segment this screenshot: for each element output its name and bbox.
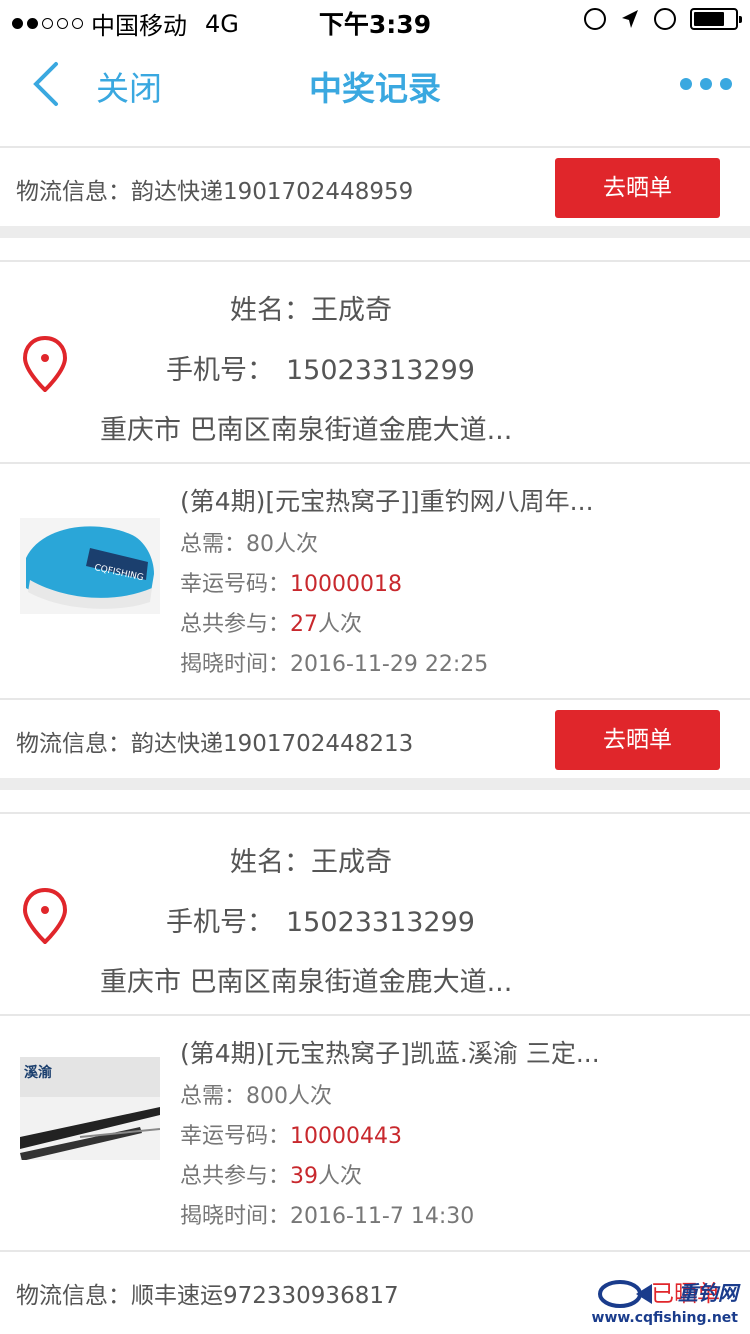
logistics-value: 顺丰速运972330936817	[131, 1283, 399, 1309]
name-label: 姓名：	[230, 847, 311, 878]
watermark-url: www.cqfishing.net	[591, 1310, 738, 1326]
total-joined: 总共参与：39人次	[180, 1158, 362, 1190]
lucky-label: 幸运号码：	[180, 572, 291, 597]
logistics-info: 物流信息：韵达快递1901702448959	[16, 172, 413, 206]
product-title[interactable]: (第4期)[元宝热窝子]凯蓝.溪渝 三定...	[180, 1034, 600, 1070]
name-label: 姓名：	[230, 295, 311, 326]
clipped-text: ▔▔▔▔ ▔ ▔	[180, 128, 349, 144]
logistics-info: 物流信息：顺丰速运972330936817	[16, 1276, 399, 1310]
recipient-address: 重庆市 巴南区南泉街道金鹿大道...	[100, 415, 513, 446]
show-order-button[interactable]: 去晒单	[555, 158, 720, 218]
need-label: 总需：	[180, 532, 247, 557]
battery-icon	[690, 8, 742, 30]
recipient-phone: 手机号： 15023313299	[166, 348, 475, 387]
lucky-value: 10000443	[290, 1124, 402, 1149]
alarm-icon	[654, 8, 676, 30]
rotation-lock-icon	[584, 8, 606, 30]
location-pin-icon	[22, 336, 68, 392]
logistics-label: 物流信息：	[16, 1283, 131, 1309]
logistics-value: 韵达快递1901702448959	[131, 179, 414, 205]
location-arrow-icon	[622, 10, 638, 28]
lucky-value: 10000018	[290, 572, 402, 597]
reveal-time: 揭晓时间：2016-11-7 14:30	[180, 1198, 474, 1230]
close-button[interactable]: 关闭	[96, 62, 162, 110]
logistics-label: 物流信息：	[16, 179, 131, 205]
reveal-label: 揭晓时间：	[180, 652, 291, 677]
recipient-name: 姓名：王成奇	[230, 288, 392, 327]
section-gap	[0, 778, 750, 812]
show-order-button[interactable]: 去晒单	[555, 710, 720, 770]
recipient-name: 姓名：王成奇	[230, 840, 392, 879]
joined-count: 27	[290, 612, 319, 637]
back-chevron-icon[interactable]	[30, 60, 70, 108]
fish-logo-icon	[598, 1280, 652, 1308]
reveal-value: 2016-11-29 22:25	[290, 652, 489, 677]
logistics-row: 物流信息：韵达快递1901702448213 去晒单	[0, 700, 750, 778]
total-need: 总需：80人次	[180, 526, 318, 558]
address-block: 姓名：王成奇 手机号： 15023313299 重庆市 巴南区南泉街道金鹿大道..…	[0, 262, 750, 462]
need-value: 80人次	[246, 532, 319, 557]
logistics-value: 韵达快递1901702448213	[131, 731, 414, 757]
records-list[interactable]: ▔▔▔▔ ▔ ▔ 物流信息：韵达快递1901702448959 去晒单 姓名：王…	[0, 128, 750, 1334]
joined-count: 39	[290, 1164, 319, 1189]
watermark-text: 重钓网	[678, 1281, 738, 1305]
joined-label: 总共参与：	[180, 612, 291, 637]
lucky-number: 幸运号码：10000018	[180, 566, 402, 598]
recipient-address: 重庆市 巴南区南泉街道金鹿大道...	[100, 967, 513, 998]
phone-label: 手机号：	[166, 907, 274, 938]
phone-value: 15023313299	[286, 355, 475, 386]
section-gap	[0, 226, 750, 260]
product-block[interactable]: 溪渝 (第4期)[元宝热窝子]凯蓝.溪渝 三定... 总需：800人次 幸运号码…	[0, 1016, 750, 1250]
reveal-label: 揭晓时间：	[180, 1204, 291, 1229]
record-card-partial: ▔▔▔▔ ▔ ▔	[0, 128, 750, 146]
name-value: 王成奇	[311, 295, 392, 326]
product-image-rod: 溪渝	[20, 1057, 160, 1160]
recipient-phone: 手机号： 15023313299	[166, 900, 475, 939]
logistics-label: 物流信息：	[16, 731, 131, 757]
product-image-cap: CQFISHING	[20, 518, 160, 614]
svg-text:溪渝: 溪渝	[24, 1064, 53, 1081]
need-label: 总需：	[180, 1084, 247, 1109]
joined-unit: 人次	[318, 1164, 363, 1189]
product-block[interactable]: CQFISHING (第4期)[元宝热窝子]]重钓网八周年... 总需：80人次…	[0, 464, 750, 698]
phone-label: 手机号：	[166, 355, 274, 386]
reveal-time: 揭晓时间：2016-11-29 22:25	[180, 646, 488, 678]
reveal-value: 2016-11-7 14:30	[290, 1204, 475, 1229]
lucky-number: 幸运号码：10000443	[180, 1118, 402, 1150]
logistics-info: 物流信息：韵达快递1901702448213	[16, 724, 413, 758]
phone-value: 15023313299	[286, 907, 475, 938]
more-options-icon[interactable]	[680, 78, 732, 90]
address-block: 姓名：王成奇 手机号： 15023313299 重庆市 巴南区南泉街道金鹿大道..…	[0, 814, 750, 1014]
location-pin-icon	[22, 888, 68, 944]
nav-bar: 关闭 中奖记录	[0, 40, 750, 128]
name-value: 王成奇	[311, 847, 392, 878]
product-title[interactable]: (第4期)[元宝热窝子]]重钓网八周年...	[180, 482, 594, 518]
status-bar: 中国移动 4G 下午3:39	[0, 0, 750, 40]
status-right	[584, 8, 742, 30]
logistics-row: 物流信息：韵达快递1901702448959 去晒单	[0, 148, 750, 226]
total-need: 总需：800人次	[180, 1078, 332, 1110]
site-watermark-logo: 重钓网 www.cqfishing.net	[592, 1272, 746, 1330]
joined-label: 总共参与：	[180, 1164, 291, 1189]
lucky-label: 幸运号码：	[180, 1124, 291, 1149]
joined-unit: 人次	[318, 612, 363, 637]
need-value: 800人次	[246, 1084, 333, 1109]
total-joined: 总共参与：27人次	[180, 606, 362, 638]
